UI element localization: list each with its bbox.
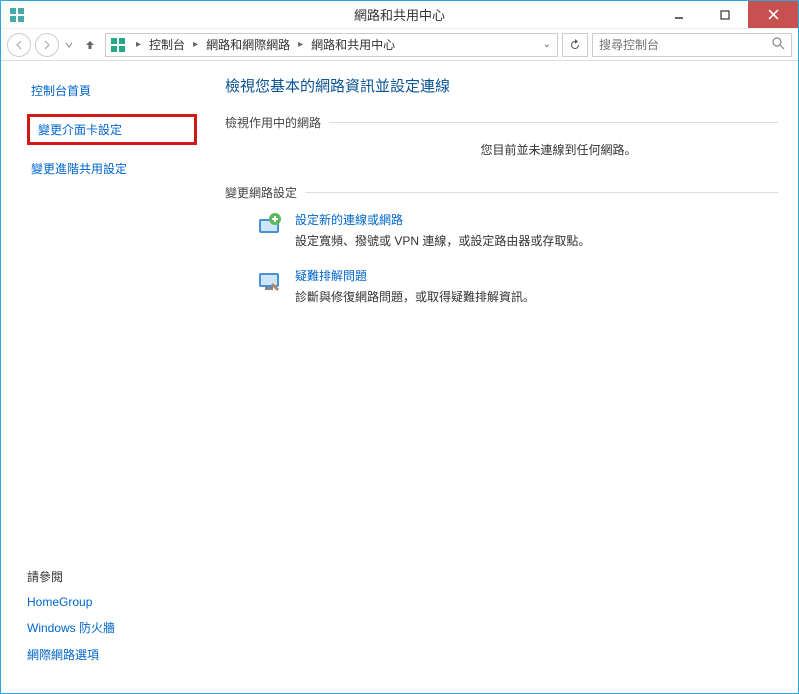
sidebar-adapter-settings[interactable]: 變更介面卡設定 xyxy=(38,123,122,137)
main-panel: 檢視您基本的網路資訊並設定連線 檢視作用中的網路 您目前並未連線到任何網路。 變… xyxy=(211,61,798,693)
see-also-homegroup[interactable]: HomeGroup xyxy=(27,595,197,609)
minimize-button[interactable] xyxy=(656,1,702,28)
sidebar-home[interactable]: 控制台首頁 xyxy=(27,79,197,102)
search-input[interactable] xyxy=(599,38,759,52)
chevron-right-icon: ▸ xyxy=(189,39,202,50)
navbar: ▸ 控制台 ▸ 網路和網際網路 ▸ 網路和共用中心 ⌄ xyxy=(1,29,798,61)
troubleshoot-icon xyxy=(255,267,283,295)
titlebar: 網路和共用中心 xyxy=(1,1,798,29)
active-networks-label: 檢視作用中的網路 xyxy=(225,114,778,131)
breadcrumb[interactable]: ▸ 控制台 ▸ 網路和網際網路 ▸ 網路和共用中心 ⌄ xyxy=(105,33,558,57)
up-button[interactable] xyxy=(79,34,101,56)
maximize-button[interactable] xyxy=(702,1,748,28)
breadcrumb-icon xyxy=(110,37,126,53)
breadcrumb-item[interactable]: 網路和共用中心 xyxy=(309,36,397,53)
divider xyxy=(305,192,778,193)
sidebar: 控制台首頁 變更介面卡設定 變更進階共用設定 請參閱 HomeGroup Win… xyxy=(1,61,211,693)
chevron-down-icon[interactable]: ⌄ xyxy=(539,39,553,50)
chevron-right-icon: ▸ xyxy=(294,39,307,50)
close-button[interactable] xyxy=(748,1,798,28)
active-networks-text: 檢視作用中的網路 xyxy=(225,114,321,131)
forward-button[interactable] xyxy=(35,33,59,57)
back-button[interactable] xyxy=(7,33,31,57)
window-icon xyxy=(9,7,25,23)
breadcrumb-item[interactable]: 網路和網際網路 xyxy=(204,36,292,53)
content-area: 控制台首頁 變更介面卡設定 變更進階共用設定 請參閱 HomeGroup Win… xyxy=(1,61,798,693)
troubleshoot-desc: 診斷與修復網路問題，或取得疑難排解資訊。 xyxy=(295,288,535,305)
search-box[interactable] xyxy=(592,33,792,57)
change-settings-label: 變更網路設定 xyxy=(225,184,778,201)
page-heading: 檢視您基本的網路資訊並設定連線 xyxy=(219,75,778,96)
no-connection-text: 您目前並未連線到任何網路。 xyxy=(219,141,778,158)
breadcrumb-item[interactable]: 控制台 xyxy=(147,36,187,53)
see-also-firewall[interactable]: Windows 防火牆 xyxy=(27,619,197,636)
troubleshoot-link[interactable]: 疑難排解問題 xyxy=(295,267,535,284)
window-controls xyxy=(656,1,798,28)
search-icon xyxy=(772,37,785,53)
new-connection-desc: 設定寬頻、撥號或 VPN 連線，或設定路由器或存取點。 xyxy=(295,232,590,249)
change-settings-text: 變更網路設定 xyxy=(225,184,297,201)
troubleshoot-item: 疑難排解問題 診斷與修復網路問題，或取得疑難排解資訊。 xyxy=(255,267,778,305)
highlight-box: 變更介面卡設定 xyxy=(27,114,197,145)
divider xyxy=(329,122,778,123)
refresh-button[interactable] xyxy=(562,33,588,57)
new-connection-item: 設定新的連線或網路 設定寬頻、撥號或 VPN 連線，或設定路由器或存取點。 xyxy=(255,211,778,249)
new-connection-link[interactable]: 設定新的連線或網路 xyxy=(295,211,590,228)
chevron-right-icon: ▸ xyxy=(132,39,145,50)
see-also-internet-options[interactable]: 網際網路選項 xyxy=(27,646,197,663)
new-connection-icon xyxy=(255,211,283,239)
history-dropdown[interactable] xyxy=(63,41,75,49)
sidebar-advanced-sharing[interactable]: 變更進階共用設定 xyxy=(27,157,197,180)
see-also-heading: 請參閱 xyxy=(27,568,197,585)
